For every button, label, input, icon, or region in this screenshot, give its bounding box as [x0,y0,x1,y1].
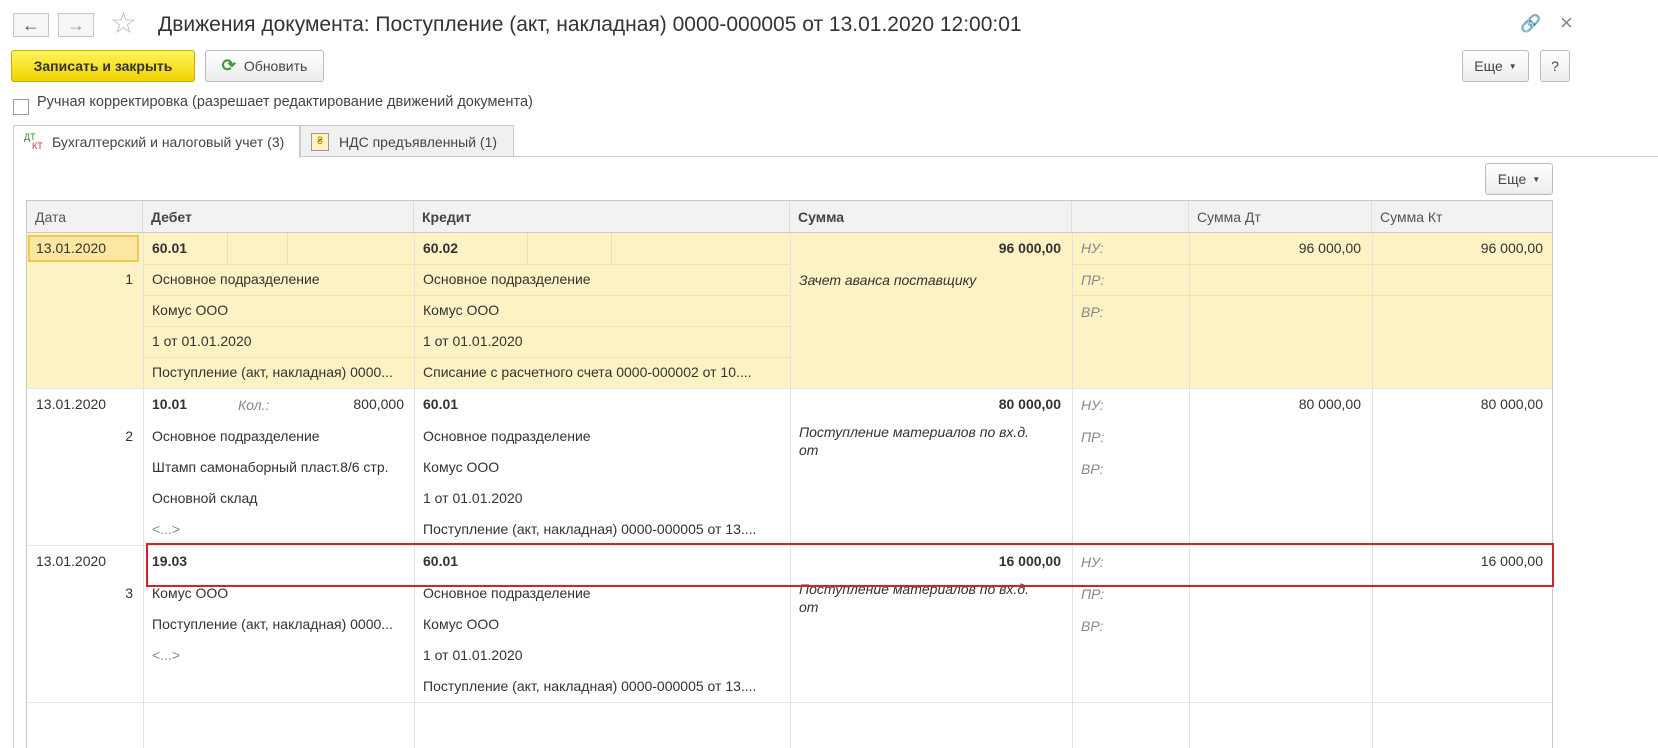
debit-subconto: <...> [152,521,181,537]
credit-subconto: Списание с расчетного счета 0000-000002 … [423,364,752,380]
credit-subconto: 1 от 01.01.2020 [423,333,523,349]
credit-subconto: 1 от 01.01.2020 [423,647,523,663]
debit-subconto: Основное подразделение [152,428,320,444]
column-header-sum[interactable]: Сумма [790,201,1072,233]
column-header-tax[interactable] [1072,201,1189,233]
close-icon[interactable]: × [1560,10,1573,36]
row-date: 13.01.2020 [36,240,107,256]
chevron-down-icon: ▼ [1508,61,1517,71]
sum-kt: 96 000,00 [1480,240,1543,256]
refresh-icon: ⟳ [221,56,236,75]
arrow-right-icon: → [67,14,85,35]
credit-subconto: Комус ООО [423,459,500,475]
more-button[interactable]: Еще ▼ [1462,50,1529,82]
refresh-button[interactable]: ⟳ Обновить [205,50,324,82]
column-header-debit[interactable]: Дебет [143,201,414,233]
tax-label-pr: ПР: [1081,272,1105,288]
manual-edit-label: Ручная корректировка (разрешает редактир… [37,94,533,110]
column-header-sum-kt[interactable]: Сумма Кт [1372,201,1552,233]
grid-more-label: Еще [1497,171,1527,187]
credit-subconto: Поступление (акт, накладная) 0000-000005… [423,678,757,694]
page-title: Движения документа: Поступление (акт, на… [158,13,1022,36]
tab-vat-label: НДС предъявленный (1) [339,133,498,150]
manual-edit-checkbox[interactable] [13,99,29,115]
column-header-sum-dt[interactable]: Сумма Дт [1189,201,1372,233]
credit-subconto: Основное подразделение [423,428,591,444]
tax-label-vr: ВР: [1081,461,1104,477]
row-number: 2 [125,428,133,444]
credit-subconto: Поступление (акт, накладная) 0000-000005… [423,521,757,537]
row-sum: 80 000,00 [998,396,1061,412]
sum-dt: 96 000,00 [1298,240,1361,256]
debit-account: 10.01 [152,396,188,412]
row-comment: Поступление материалов по вх.д. [799,424,1029,440]
debit-subconto: Поступление (акт, накладная) 0000... [152,364,393,380]
tab-accounting-label: Бухгалтерский и налоговый учет (3) [52,134,285,150]
column-header-date[interactable]: Дата [27,201,143,233]
help-button[interactable]: ? [1540,50,1570,82]
column-header-credit[interactable]: Кредит [414,201,790,233]
tab-accounting[interactable]: ДТ КТ Бухгалтерский и налоговый учет (3) [13,125,300,158]
credit-subconto: Основное подразделение [423,271,591,287]
row-sum: 96 000,00 [998,240,1061,256]
tab-vat[interactable]: ₴ НДС предъявленный (1) [300,125,514,157]
favorite-star-icon[interactable]: ☆ [110,6,137,41]
credit-account: 60.01 [423,396,459,412]
debit-subconto: <...> [152,647,181,663]
debit-subconto: 1 от 01.01.2020 [152,333,252,349]
tax-label-vr: ВР: [1081,304,1104,320]
postings-table[interactable]: Дата Дебет Кредит Сумма Сумма Дт Сумма К… [26,200,1553,748]
credit-subconto: Комус ООО [423,616,500,632]
coin-register-icon: ₴ [311,132,329,151]
highlight-frame [146,543,1554,587]
chevron-down-icon: ▼ [1532,174,1541,184]
tax-label-nu: НУ: [1081,397,1104,413]
link-icon[interactable]: 🔗 [1520,14,1541,34]
row-comment: Зачет аванса поставщику [799,272,977,288]
debit-qty: 800,000 [353,396,404,412]
sum-kt: 80 000,00 [1480,396,1543,412]
row-comment-cont: от [799,599,819,615]
credit-subconto: 1 от 01.01.2020 [423,490,523,506]
back-button[interactable]: ← [13,13,49,37]
arrow-left-icon: ← [22,14,40,35]
tax-label-vr: ВР: [1081,618,1104,634]
forward-button[interactable]: → [58,13,94,37]
sum-dt: 80 000,00 [1298,396,1361,412]
debit-subconto: Основное подразделение [152,271,320,287]
credit-subconto: Комус ООО [423,302,500,318]
save-and-close-button[interactable]: Записать и закрыть [11,50,195,82]
row-comment-cont: от [799,442,819,458]
debit-subconto: Поступление (акт, накладная) 0000... [152,616,393,632]
tax-label-pr: ПР: [1081,429,1105,445]
dt-kt-icon: ДТ КТ [24,132,43,151]
row-date: 13.01.2020 [36,553,107,569]
row-number: 1 [125,271,133,287]
debit-subconto: Комус ООО [152,302,229,318]
more-label: Еще [1474,58,1503,74]
credit-account: 60.02 [423,240,459,256]
grid-more-button[interactable]: Еще ▼ [1485,163,1553,195]
debit-subconto: Основной склад [152,490,258,506]
tax-label-nu: НУ: [1081,240,1104,256]
row-date: 13.01.2020 [36,396,107,412]
qty-label: Кол.: [238,397,270,413]
refresh-label: Обновить [243,58,308,74]
debit-subconto: Штамп самонаборный пласт.8/6 стр. [152,459,389,475]
debit-account: 60.01 [152,240,188,256]
row-number: 3 [125,585,133,601]
